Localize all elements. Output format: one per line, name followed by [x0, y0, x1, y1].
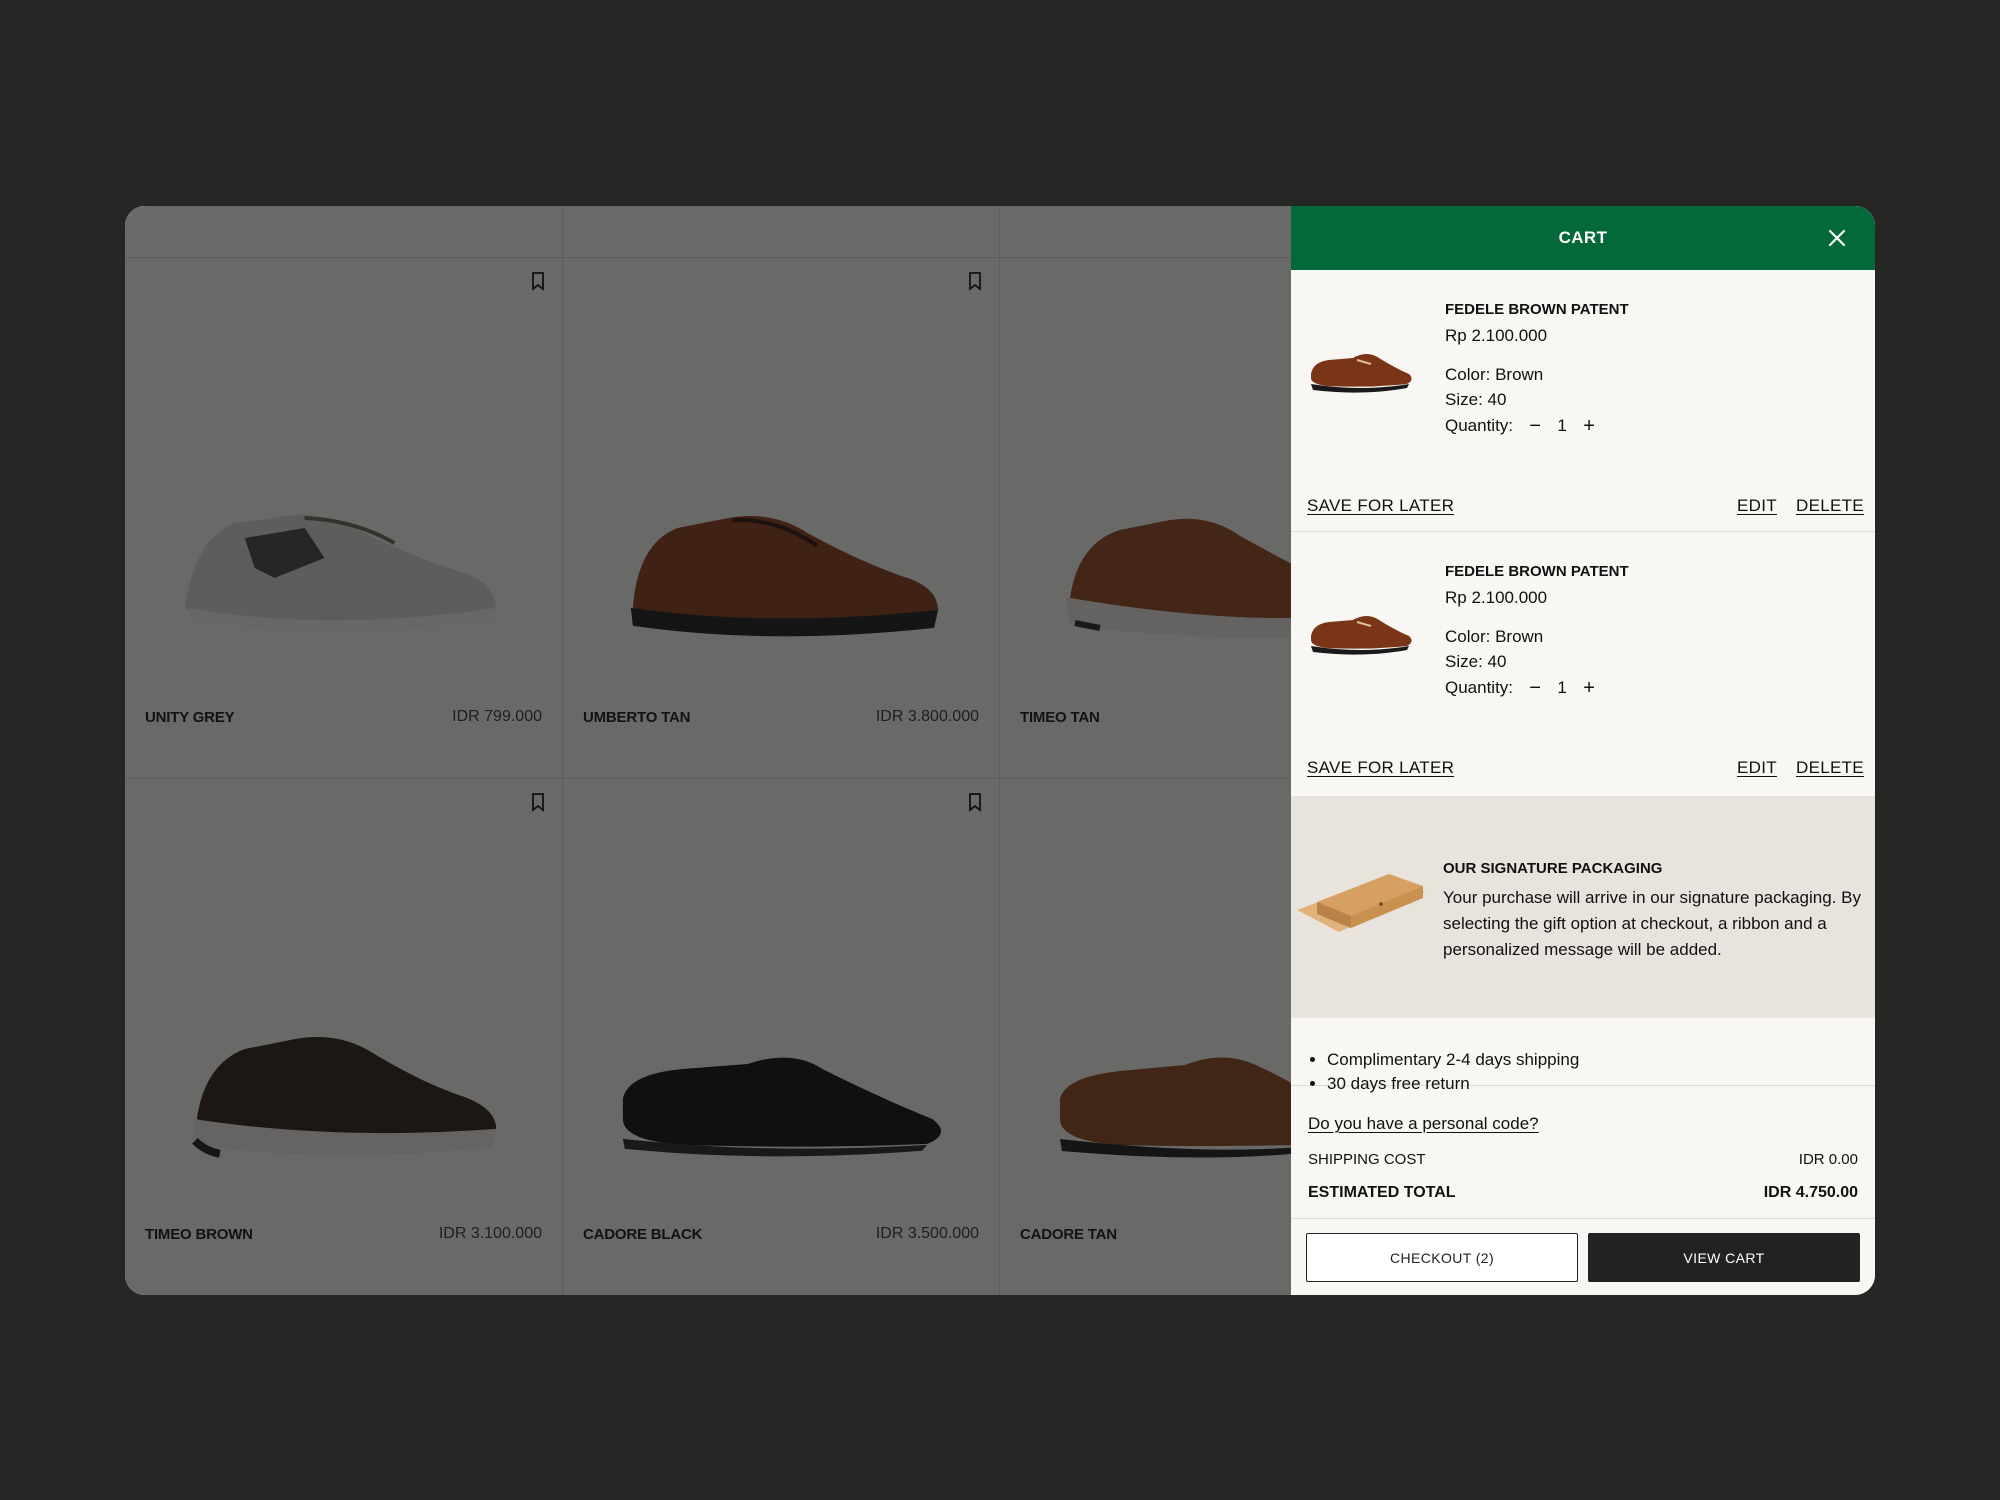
quantity-label: Quantity: [1445, 416, 1514, 435]
delete-link[interactable]: DELETE [1796, 496, 1864, 516]
item-name[interactable]: FEDELE BROWN PATENT [1445, 563, 1629, 580]
quantity-label: Quantity: [1445, 678, 1514, 697]
sneaker-image [192, 1037, 497, 1158]
personal-code-link[interactable]: Do you have a personal code? [1308, 1114, 1539, 1134]
product-card[interactable]: UMBERTO TAN IDR 3.800.000 [563, 258, 1000, 779]
product-name[interactable]: CADORE TAN [1020, 1226, 1117, 1243]
shipping-value: IDR 0.00 [1798, 1151, 1858, 1168]
edit-link[interactable]: EDIT [1737, 496, 1777, 516]
quantity-stepper: Quantity: − 1 + [1445, 678, 1601, 698]
item-name[interactable]: FEDELE BROWN PATENT [1445, 301, 1629, 318]
product-name[interactable]: TIMEO TAN [1020, 709, 1100, 726]
packaging-banner: OUR SIGNATURE PACKAGING Your purchase wi… [1291, 796, 1875, 1018]
cart-item: FEDELE BROWN PATENT Rp 2.100.000 Color: … [1291, 532, 1875, 794]
gift-box-image [1297, 874, 1425, 932]
shipping-label: SHIPPING COST [1308, 1151, 1426, 1168]
sneaker-image [630, 516, 939, 637]
item-price: Rp 2.100.000 [1445, 588, 1548, 607]
view-cart-button[interactable]: VIEW CART [1588, 1233, 1860, 1282]
save-for-later-link[interactable]: SAVE FOR LATER [1307, 758, 1454, 778]
minus-icon[interactable]: − [1523, 678, 1547, 698]
product-thumbnail [1311, 616, 1412, 655]
product-card[interactable]: CADORE BLACK IDR 3.500.000 [563, 779, 1000, 1295]
item-color: Color: Brown [1445, 627, 1544, 646]
sneaker-image [1066, 518, 1291, 639]
product-card[interactable]: TIMEO TAN [1000, 258, 1291, 779]
product-price: IDR 3.100.000 [438, 1225, 542, 1242]
bookmark-icon[interactable] [528, 792, 548, 812]
total-label: ESTIMATED TOTAL [1308, 1184, 1456, 1201]
plus-icon[interactable]: + [1577, 416, 1601, 436]
minus-icon[interactable]: − [1523, 416, 1547, 436]
sneaker-image [184, 514, 497, 632]
grid-header-strip [125, 206, 1291, 258]
item-color: Color: Brown [1445, 365, 1544, 384]
plus-icon[interactable]: + [1577, 678, 1601, 698]
app-window: UNITY GREY IDR 799.000 UMBERTO TAN IDR 3… [125, 206, 1875, 1295]
item-price: Rp 2.100.000 [1445, 326, 1548, 345]
cart-title: CART [1558, 228, 1608, 247]
bookmark-icon[interactable] [965, 271, 985, 291]
product-name[interactable]: UNITY GREY [145, 709, 235, 726]
loafer-image [1060, 1057, 1291, 1158]
item-size: Size: 40 [1445, 652, 1507, 671]
close-icon[interactable] [1825, 226, 1849, 250]
product-price: IDR 3.800.000 [875, 708, 979, 725]
product-price: IDR 799.000 [452, 708, 542, 725]
total-value: IDR 4.750.00 [1763, 1184, 1858, 1201]
packaging-title: OUR SIGNATURE PACKAGING [1443, 860, 1663, 877]
cart-item: FEDELE BROWN PATENT Rp 2.100.000 Color: … [1291, 270, 1875, 532]
perks-list: Complimentary 2-4 days shipping 30 days … [1291, 1018, 1875, 1093]
total-row: ESTIMATED TOTAL IDR 4.750.00 [1308, 1184, 1858, 1202]
loafer-image [622, 1057, 942, 1157]
checkout-button[interactable]: CHECKOUT (2) [1306, 1233, 1578, 1282]
divider [1291, 1218, 1875, 1219]
quantity-stepper: Quantity: − 1 + [1445, 416, 1601, 436]
perk-item: 30 days free return [1327, 1072, 1579, 1096]
product-name[interactable]: TIMEO BROWN [145, 1226, 253, 1243]
save-for-later-link[interactable]: SAVE FOR LATER [1307, 496, 1454, 516]
perk-item: Complimentary 2-4 days shipping [1327, 1048, 1579, 1072]
product-card[interactable]: UNITY GREY IDR 799.000 [125, 258, 563, 779]
packaging-text: Your purchase will arrive in our signatu… [1443, 888, 1861, 959]
product-thumbnail [1311, 354, 1412, 393]
delete-link[interactable]: DELETE [1796, 758, 1864, 778]
product-name[interactable]: CADORE BLACK [583, 1226, 702, 1243]
product-price: IDR 3.500.000 [875, 1225, 979, 1242]
product-name[interactable]: UMBERTO TAN [583, 709, 690, 726]
product-card[interactable]: CADORE TAN [1000, 779, 1291, 1295]
product-card[interactable]: TIMEO BROWN IDR 3.100.000 [125, 779, 563, 1295]
bookmark-icon[interactable] [528, 271, 548, 291]
quantity-value: 1 [1557, 416, 1567, 435]
edit-link[interactable]: EDIT [1737, 758, 1777, 778]
shipping-row: SHIPPING COST IDR 0.00 [1308, 1151, 1858, 1168]
cart-drawer: CART FEDELE BROWN PATENT Rp 2.100.000 Co… [1291, 206, 1875, 1295]
bookmark-icon[interactable] [965, 792, 985, 812]
cart-header: CART [1291, 206, 1875, 270]
product-grid: UNITY GREY IDR 799.000 UMBERTO TAN IDR 3… [125, 206, 1291, 1295]
quantity-value: 1 [1557, 678, 1567, 697]
item-size: Size: 40 [1445, 390, 1507, 409]
